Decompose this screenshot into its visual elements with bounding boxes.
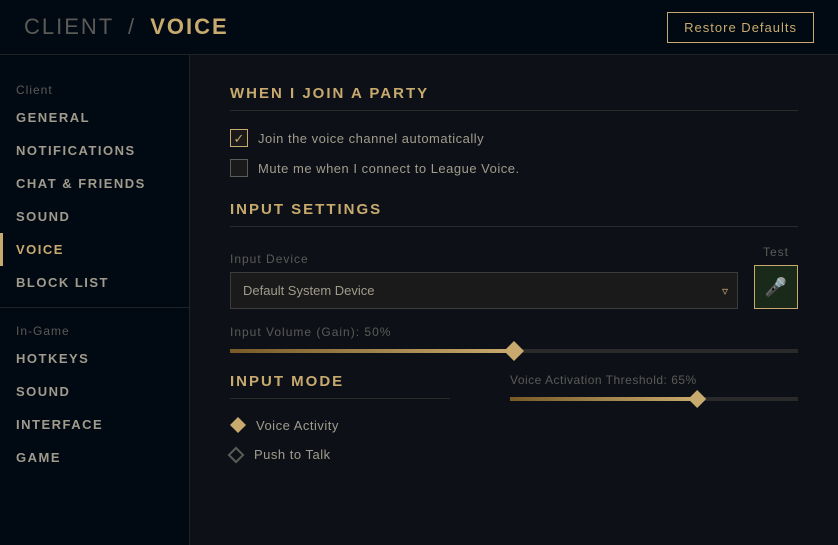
header: CLIENT / VOICE Restore Defaults <box>0 0 838 55</box>
party-section-title: WHEN I JOIN A PARTY <box>230 85 798 111</box>
voice-activity-radio[interactable] <box>230 417 246 433</box>
breadcrumb-voice: VOICE <box>150 14 228 39</box>
volume-slider-thumb[interactable] <box>504 341 524 361</box>
restore-defaults-button[interactable]: Restore Defaults <box>667 12 814 43</box>
input-settings-title: INPUT SETTINGS <box>230 201 798 227</box>
sidebar-divider <box>0 307 189 308</box>
checkmark-icon: ✓ <box>234 132 245 145</box>
sidebar-item-hotkeys[interactable]: HOTKEYS <box>0 342 189 375</box>
threshold-slider-fill <box>510 397 697 401</box>
join-voice-checkbox[interactable]: ✓ <box>230 129 248 147</box>
sidebar: Client GENERAL NOTIFICATIONS CHAT & FRIE… <box>0 55 190 545</box>
join-voice-label: Join the voice channel automatically <box>258 131 484 146</box>
join-voice-row[interactable]: ✓ Join the voice channel automatically <box>230 129 798 147</box>
sidebar-item-sound-ingame[interactable]: SOUND <box>0 375 189 408</box>
sidebar-item-chat-friends[interactable]: CHAT & FRIENDS <box>0 167 189 200</box>
sidebar-item-notifications[interactable]: NOTIFICATIONS <box>0 134 189 167</box>
sidebar-section-client: Client <box>0 75 189 101</box>
test-label: Test <box>763 245 789 259</box>
sidebar-item-sound[interactable]: SOUND <box>0 200 189 233</box>
volume-slider-fill <box>230 349 514 353</box>
page-title: CLIENT / VOICE <box>24 14 229 40</box>
push-to-talk-radio-row[interactable]: Push to Talk <box>230 447 450 462</box>
voice-activity-label: Voice Activity <box>256 418 339 433</box>
sidebar-item-block-list[interactable]: BLOCK LIST <box>0 266 189 299</box>
input-settings-section: INPUT SETTINGS Input Device Default Syst… <box>230 201 798 353</box>
volume-slider-row: Input Volume (Gain): 50% <box>230 325 798 353</box>
input-mode-section: INPUT MODE Voice Activity Push to Talk V… <box>230 373 798 476</box>
sidebar-item-game[interactable]: GAME <box>0 441 189 474</box>
threshold-label: Voice Activation Threshold: 65% <box>510 373 798 387</box>
test-group: Test 🎤 <box>754 245 798 309</box>
microphone-icon: 🎤 <box>765 277 787 298</box>
volume-slider-track[interactable] <box>230 349 798 353</box>
breadcrumb-client: CLIENT <box>24 14 114 39</box>
sidebar-item-voice[interactable]: VOICE <box>0 233 189 266</box>
input-mode-left: INPUT MODE Voice Activity Push to Talk <box>230 373 450 476</box>
input-mode-right: Voice Activation Threshold: 65% <box>510 373 798 476</box>
content-area: WHEN I JOIN A PARTY ✓ Join the voice cha… <box>190 55 838 545</box>
volume-label: Input Volume (Gain): 50% <box>230 325 798 339</box>
sidebar-item-interface[interactable]: INTERFACE <box>0 408 189 441</box>
threshold-slider-track[interactable] <box>510 397 798 401</box>
mute-checkbox[interactable] <box>230 159 248 177</box>
input-mode-title: INPUT MODE <box>230 373 450 399</box>
input-device-group: Input Device Default System Device ▿ <box>230 252 738 309</box>
test-mic-button[interactable]: 🎤 <box>754 265 798 309</box>
sidebar-section-ingame: In-Game <box>0 316 189 342</box>
device-select-wrapper: Default System Device ▿ <box>230 272 738 309</box>
main-layout: Client GENERAL NOTIFICATIONS CHAT & FRIE… <box>0 55 838 545</box>
push-to-talk-radio[interactable] <box>228 446 245 463</box>
mute-label: Mute me when I connect to League Voice. <box>258 161 520 176</box>
sidebar-item-general[interactable]: GENERAL <box>0 101 189 134</box>
device-select[interactable]: Default System Device <box>230 272 738 309</box>
push-to-talk-label: Push to Talk <box>254 447 331 462</box>
threshold-slider-thumb[interactable] <box>688 390 706 408</box>
breadcrumb-slash: / <box>128 14 136 39</box>
input-device-row: Input Device Default System Device ▿ Tes… <box>230 245 798 309</box>
mute-row[interactable]: Mute me when I connect to League Voice. <box>230 159 798 177</box>
input-device-label: Input Device <box>230 252 738 266</box>
voice-activity-radio-row[interactable]: Voice Activity <box>230 417 450 433</box>
